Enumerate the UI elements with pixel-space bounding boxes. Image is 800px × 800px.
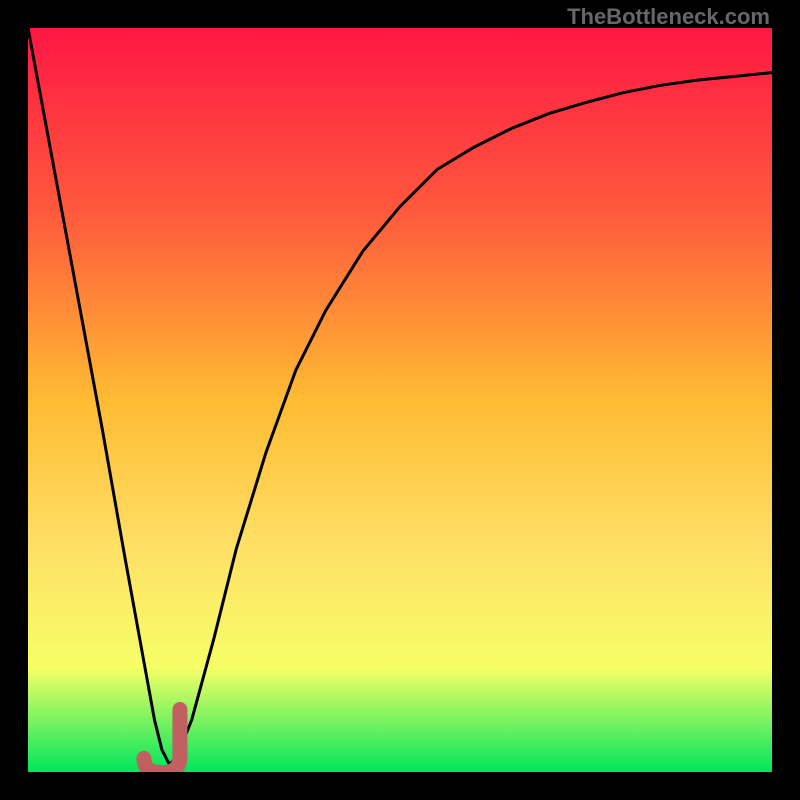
gradient-background	[28, 28, 772, 772]
chart-svg	[28, 28, 772, 772]
chart-frame: TheBottleneck.com	[0, 0, 800, 800]
chart-plot-area	[28, 28, 772, 772]
source-watermark: TheBottleneck.com	[567, 4, 770, 30]
